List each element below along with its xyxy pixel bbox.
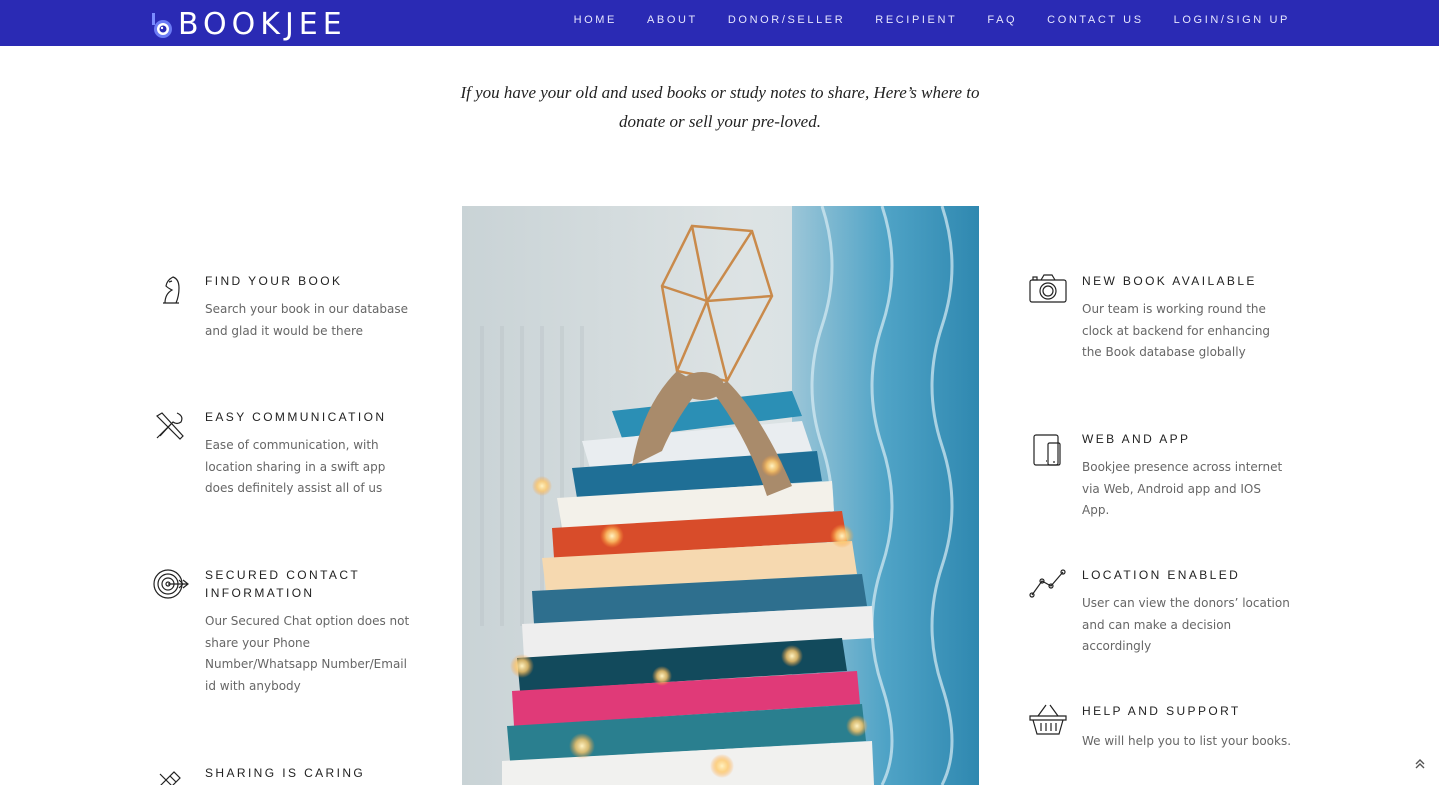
target-icon <box>152 566 189 602</box>
main-nav: HOME ABOUT DONOR/SELLER RECIPIENT FAQ CO… <box>574 14 1290 26</box>
pencil-ruler-icon <box>152 764 188 785</box>
feature-help-and-support: HELP AND SUPPORT We will help you to lis… <box>1029 702 1292 762</box>
feature-sharing-is-caring: SHARING IS CARING <box>152 764 412 785</box>
feature-desc: Our team is working round the clock at b… <box>1082 302 1271 359</box>
feature-desc: Our Secured Chat option does not share y… <box>205 614 410 693</box>
tagline-line-2: donate or sell your pre-loved. <box>619 112 821 131</box>
feature-title: NEW BOOK AVAILABLE <box>1082 274 1257 288</box>
tools-icon <box>152 408 188 444</box>
nav-recipient[interactable]: RECIPIENT <box>875 14 957 26</box>
nav-about[interactable]: ABOUT <box>647 14 698 26</box>
brand-logo[interactable]: BOOKJEE <box>150 10 347 40</box>
feature-title: SHARING IS CARING <box>205 766 366 780</box>
feature-find-your-book: FIND YOUR BOOK Search your book in our d… <box>152 272 412 352</box>
feature-desc: Search your book in our database and gla… <box>205 302 408 338</box>
feature-desc: We will help you to list your books. <box>1082 734 1292 748</box>
feature-web-and-app: WEB AND APP Bookjee presence across inte… <box>1029 430 1289 517</box>
feature-location-enabled: LOCATION ENABLED User can view the donor… <box>1029 566 1290 653</box>
feature-secured-contact: SECURED CONTACT INFORMATION Our Secured … <box>152 566 412 706</box>
feature-desc: User can view the donors’ location and c… <box>1082 596 1290 653</box>
site-header: BOOKJEE HOME ABOUT DONOR/SELLER RECIPIEN… <box>0 0 1439 46</box>
feature-title: WEB AND APP <box>1082 432 1191 446</box>
feature-title: LOCATION ENABLED <box>1082 568 1241 582</box>
feature-title: FIND YOUR BOOK <box>205 274 343 288</box>
chess-knight-icon <box>152 272 188 308</box>
line-chart-icon <box>1029 566 1066 602</box>
nav-login-signup[interactable]: LOGIN/SIGN UP <box>1174 14 1290 26</box>
feature-desc: Ease of communication, with location sha… <box>205 438 386 495</box>
tablet-phone-icon <box>1029 432 1065 468</box>
nav-donor-seller[interactable]: DONOR/SELLER <box>728 14 845 26</box>
scroll-to-top-button[interactable] <box>1415 758 1425 773</box>
basket-icon <box>1029 702 1067 738</box>
feature-title: EASY COMMUNICATION <box>205 410 387 424</box>
feature-title: HELP AND SUPPORT <box>1082 704 1241 718</box>
feature-new-book-available: NEW BOOK AVAILABLE Our team is working r… <box>1029 272 1289 372</box>
books-stack-image <box>462 206 979 785</box>
logo-badge-icon <box>150 11 174 39</box>
nav-faq[interactable]: FAQ <box>987 14 1017 26</box>
feature-easy-communication: EASY COMMUNICATION Ease of communication… <box>152 408 412 508</box>
camera-icon <box>1029 272 1067 308</box>
nav-contact-us[interactable]: CONTACT US <box>1047 14 1144 26</box>
tagline-line-1: If you have your old and used books or s… <box>460 83 980 102</box>
feature-title: SECURED CONTACT INFORMATION <box>205 568 360 600</box>
double-chevron-up-icon <box>1415 759 1425 769</box>
tagline: If you have your old and used books or s… <box>420 78 1020 136</box>
feature-desc: Bookjee presence across internet via Web… <box>1082 460 1283 517</box>
brand-name: BOOKJEE <box>178 7 347 42</box>
nav-home[interactable]: HOME <box>574 14 617 26</box>
